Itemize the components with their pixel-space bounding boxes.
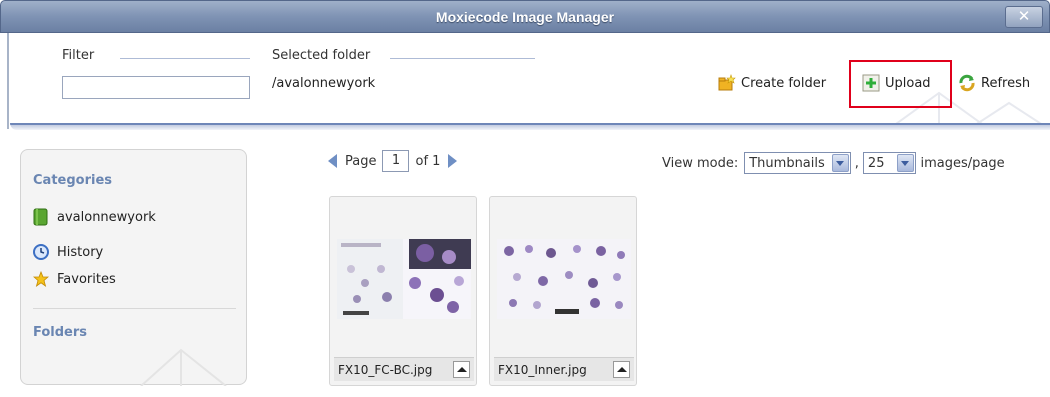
refresh-icon [958, 74, 976, 92]
sidebar-item-history[interactable]: History [33, 244, 103, 260]
next-page-icon[interactable] [448, 154, 458, 168]
view-mode-label: View mode: [662, 155, 739, 171]
per-page-suffix: images/page [920, 155, 1005, 171]
view-separator: , [854, 155, 859, 171]
page-input[interactable]: 1 [382, 150, 410, 172]
view-mode-value: Thumbnails [749, 155, 825, 171]
page-label: Page [345, 153, 377, 169]
sidebar-item-label: avalonnewyork [57, 209, 156, 225]
star-icon [33, 271, 49, 287]
window-titlebar: Moxiecode Image Manager ✕ [0, 0, 1050, 33]
sidebar-item-avalonnewyork[interactable]: avalonnewyork [33, 208, 156, 226]
page-of-label: of 1 [415, 153, 441, 169]
file-name: FX10_Inner.jpg [498, 362, 587, 377]
folder-new-icon [718, 74, 736, 92]
sidebar-panel: Categories avalonnewyork History Favorit… [20, 149, 247, 386]
pager: Page 1 of 1 [328, 150, 458, 172]
thumbnail-image[interactable] [497, 239, 631, 319]
filter-label: Filter [62, 48, 95, 63]
view-mode-select[interactable]: Thumbnails [744, 152, 851, 174]
file-thumbnail[interactable]: FX10_FC-BC.jpg [329, 196, 477, 386]
prev-page-icon[interactable] [328, 154, 337, 168]
upload-button[interactable]: Upload [862, 74, 931, 92]
book-icon [33, 208, 48, 226]
sidebar-item-label: History [57, 244, 104, 260]
window-title: Moxiecode Image Manager [435, 9, 615, 25]
categories-title: Categories [33, 173, 113, 188]
selected-folder-value: /avalonnewyork [272, 76, 376, 91]
selected-folder-label: Selected folder [272, 48, 371, 63]
file-thumbnail[interactable]: FX10_Inner.jpg [489, 196, 637, 386]
file-menu-toggle[interactable] [613, 361, 630, 378]
refresh-label: Refresh [981, 75, 1031, 91]
thumbnail-image[interactable] [337, 239, 471, 319]
file-name: FX10_FC-BC.jpg [338, 362, 433, 377]
selected-folder-rule [390, 58, 535, 59]
per-page-select[interactable]: 25 [862, 152, 917, 174]
file-name-bar: FX10_FC-BC.jpg [334, 357, 474, 381]
toolbar-divider [10, 123, 1050, 130]
create-folder-button[interactable]: Create folder [718, 74, 826, 92]
filter-rule [120, 58, 250, 59]
sidebar-divider [33, 308, 236, 309]
sidebar-item-favorites[interactable]: Favorites [33, 271, 116, 287]
close-button[interactable]: ✕ [1005, 6, 1043, 28]
upload-icon [862, 74, 880, 92]
create-folder-label: Create folder [741, 75, 827, 91]
view-mode-bar: View mode: Thumbnails , 25 images/page [662, 152, 1005, 174]
clock-icon [33, 244, 49, 260]
close-icon: ✕ [1017, 7, 1031, 25]
folders-title: Folders [33, 325, 88, 340]
file-menu-toggle[interactable] [453, 361, 470, 378]
per-page-value: 25 [867, 155, 885, 171]
chevron-down-icon [831, 154, 849, 172]
file-name-bar: FX10_Inner.jpg [494, 357, 634, 381]
filter-input[interactable] [62, 76, 250, 99]
chevron-down-icon [897, 154, 915, 172]
sidebar-item-label: Favorites [57, 271, 116, 287]
upload-label: Upload [885, 75, 931, 91]
refresh-button[interactable]: Refresh [958, 74, 1030, 92]
